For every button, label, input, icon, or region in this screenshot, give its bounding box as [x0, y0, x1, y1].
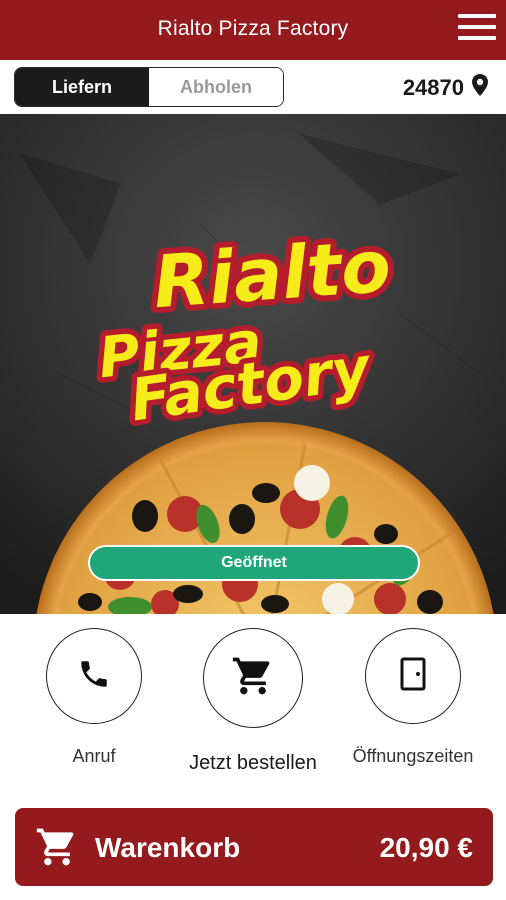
zip-code: 24870 [402, 74, 464, 100]
door-icon [400, 657, 426, 696]
restaurant-logo: Rialto Pizza Factory [90, 218, 399, 440]
cart-label: Warenkorb [95, 832, 241, 863]
order-now-label: Jetzt bestellen [189, 752, 317, 774]
logo-text-rialto: Rialto [151, 224, 394, 324]
opening-hours-button[interactable] [365, 628, 461, 724]
cart-icon [231, 654, 275, 703]
pickup-tab[interactable]: Abholen [149, 68, 283, 106]
app-title: Rialto Pizza Factory [157, 17, 349, 40]
app-bar: Rialto Pizza Factory [0, 0, 506, 60]
phone-icon [77, 657, 111, 696]
map-pin-icon [472, 74, 488, 101]
hamburger-menu-icon[interactable] [458, 14, 496, 44]
cart-total: 20,90 € [379, 832, 473, 863]
location-selector[interactable]: 24870 [403, 74, 488, 101]
order-now-button[interactable] [203, 628, 303, 728]
order-now-action[interactable]: Jetzt bestellen [183, 628, 323, 775]
order-mode-bar: Liefern Abholen 24870 [0, 60, 506, 114]
cart-button[interactable]: Warenkorb 20,90 € [15, 808, 493, 886]
call-button[interactable] [46, 628, 142, 724]
delivery-tab[interactable]: Liefern [15, 68, 149, 106]
quick-actions: Anruf Jetzt bestellen Öffnungszeiten [0, 614, 506, 800]
opening-hours-action[interactable]: Öffnungszeiten [343, 628, 483, 767]
delivery-pickup-toggle: Liefern Abholen [14, 67, 284, 107]
call-action[interactable]: Anruf [24, 628, 164, 767]
opening-hours-label: Öffnungszeiten [352, 746, 474, 766]
open-status-button[interactable]: Geöffnet [88, 545, 420, 581]
call-label: Anruf [72, 746, 116, 766]
cart-icon [35, 825, 79, 874]
hero-banner: Rialto Pizza Factory Geöffnet [0, 114, 506, 614]
